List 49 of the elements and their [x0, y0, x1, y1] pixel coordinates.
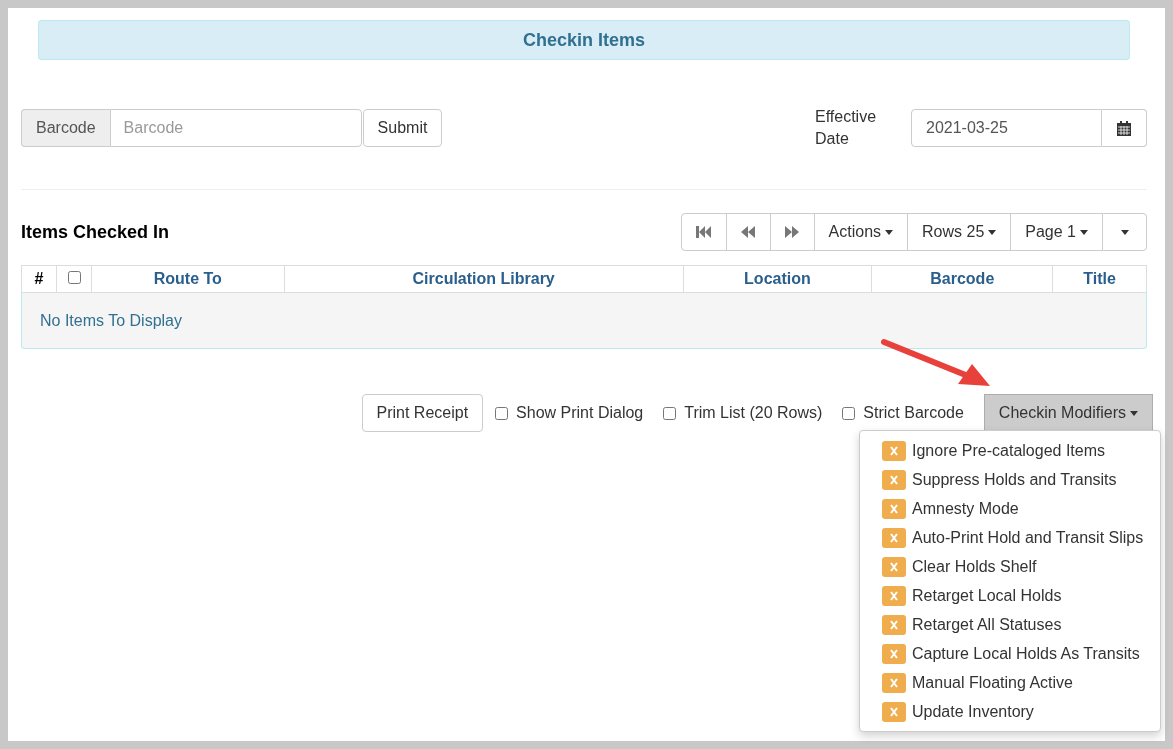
- menu-item[interactable]: Manual Floating Active: [912, 673, 1073, 692]
- dropdown-button[interactable]: Page 1: [1010, 213, 1103, 251]
- option-label: Trim List (20 Rows): [684, 404, 823, 422]
- first-page-button[interactable]: [680, 213, 727, 251]
- menu-item[interactable]: Retarget All Statuses: [912, 615, 1062, 634]
- option-checkbox[interactable]: [495, 406, 509, 420]
- select-all-checkbox[interactable]: [67, 271, 81, 284]
- option-checkbox[interactable]: [663, 406, 677, 420]
- effective-date-label: Effective Date: [815, 107, 878, 149]
- checkin-modifiers-button[interactable]: Checkin Modifiers: [983, 394, 1153, 432]
- menu-item[interactable]: Auto-Print Hold and Transit Slips: [912, 528, 1144, 547]
- submit-button[interactable]: Submit: [362, 109, 443, 147]
- menu-item[interactable]: Update Inventory: [912, 702, 1034, 721]
- caret-icon: [1130, 410, 1138, 416]
- caret-icon: [1120, 229, 1129, 235]
- menu-item[interactable]: Amnesty Mode: [912, 499, 1019, 518]
- column-header[interactable]: Circulation Library: [284, 265, 684, 293]
- calendar-button[interactable]: [1102, 109, 1147, 147]
- print-receipt-button[interactable]: Print Receipt: [361, 394, 484, 432]
- menu-item[interactable]: Capture Local Holds As Transits: [912, 644, 1140, 663]
- column-header[interactable]: Route To: [91, 265, 285, 293]
- menu-item[interactable]: Suppress Holds and Transits: [912, 470, 1117, 489]
- caret-icon: [1080, 229, 1088, 235]
- column-header[interactable]: Location: [683, 265, 872, 293]
- barcode-label: Barcode: [21, 109, 110, 147]
- option-label: Show Print Dialog: [516, 404, 644, 422]
- option-label: Strict Barcode: [863, 404, 964, 422]
- caret-icon: [988, 229, 997, 235]
- section-title: Items Checked In: [21, 221, 170, 243]
- calendar-icon: [1117, 120, 1131, 136]
- column-header: #: [21, 265, 57, 293]
- prev-page-button[interactable]: [725, 213, 771, 251]
- menu-item[interactable]: Retarget Local Holds: [912, 586, 1062, 605]
- menu-item[interactable]: Ignore Pre-cataloged Items: [912, 441, 1105, 460]
- column-header[interactable]: Title: [1052, 265, 1147, 293]
- rewind-icon: [741, 226, 756, 238]
- next-page-button[interactable]: [769, 213, 815, 251]
- barcode-input[interactable]: Barcode: [109, 109, 362, 147]
- empty-message: No Items To Display: [21, 293, 1147, 349]
- skip-back-icon: [695, 226, 712, 238]
- column-header[interactable]: Barcode: [871, 265, 1053, 293]
- option-checkbox[interactable]: [842, 406, 856, 420]
- menu-item[interactable]: Clear Holds Shelf: [912, 557, 1037, 576]
- fast-forward-icon: [785, 226, 800, 238]
- page-title: Checkin Items: [38, 20, 1130, 60]
- dropdown-button[interactable]: Rows 25: [907, 213, 1012, 251]
- dropdown-button[interactable]: Actions: [813, 213, 909, 251]
- caret-icon: [885, 229, 894, 235]
- date-input[interactable]: 2021-03-25: [911, 109, 1102, 147]
